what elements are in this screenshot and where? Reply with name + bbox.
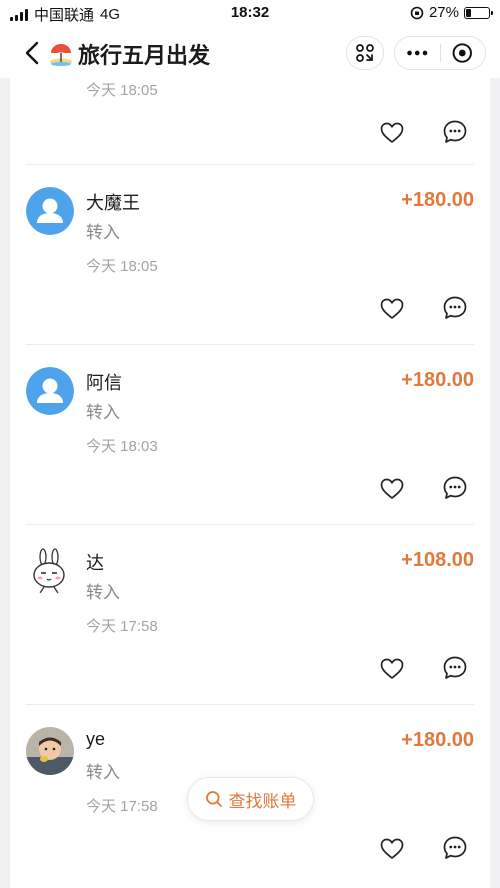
battery-icon — [464, 6, 493, 19]
like-icon[interactable] — [379, 656, 405, 682]
find-bill-label: 查找账单 — [228, 791, 297, 811]
entry-time: 今天 17:58 — [86, 798, 158, 815]
transaction-card[interactable]: 达 转入 +108.00 今天 17:58 — [10, 524, 490, 704]
title-text: 旅行五月出发 — [78, 43, 211, 68]
more-icon[interactable] — [395, 43, 440, 63]
like-icon[interactable] — [379, 296, 405, 322]
default-avatar-icon — [26, 187, 74, 235]
nav-bar: 旅行五月出发 — [0, 28, 500, 78]
entry-name: 阿信 — [86, 373, 122, 393]
page-title: 旅行五月出发 — [48, 38, 210, 70]
transaction-card[interactable]: 大魔王 转入 +180.00 今天 18:05 — [10, 164, 490, 344]
divider — [26, 524, 474, 525]
rabbit-avatar-icon — [26, 547, 74, 595]
entry-type: 转入 — [86, 763, 120, 782]
scan-button[interactable] — [346, 36, 384, 70]
entry-amount: +180.00 — [401, 369, 474, 391]
capsule-menu — [394, 36, 486, 70]
divider — [26, 344, 474, 345]
comment-icon[interactable] — [442, 655, 468, 681]
like-icon[interactable] — [379, 120, 405, 146]
entry-name: 大魔王 — [86, 193, 140, 213]
status-bar: 中国联通 4G 18:32 27% — [0, 0, 500, 28]
comment-icon[interactable] — [442, 835, 468, 861]
beach-umbrella-icon — [50, 44, 72, 66]
search-icon — [205, 791, 222, 807]
entry-amount: +180.00 — [401, 729, 474, 751]
entry-type: 转入 — [86, 223, 120, 242]
close-miniprogram-icon[interactable] — [440, 42, 485, 64]
like-icon[interactable] — [379, 836, 405, 862]
comment-icon[interactable] — [442, 475, 468, 501]
comment-icon[interactable] — [442, 119, 468, 145]
entry-time: 今天 17:58 — [86, 618, 158, 635]
divider — [26, 164, 474, 165]
entry-name: 达 — [86, 553, 104, 573]
comment-icon[interactable] — [442, 295, 468, 321]
status-right: 27% — [410, 4, 493, 21]
divider — [26, 704, 474, 705]
orientation-lock-icon — [410, 6, 424, 19]
scan-icon — [356, 44, 374, 62]
entry-time: 今天 18:03 — [86, 438, 158, 455]
entry-type: 转入 — [86, 403, 120, 422]
transaction-list: 今天 18:05 大魔王 转入 +180.00 今天 18:05 阿信 转入 +… — [10, 78, 490, 888]
entry-time: 今天 18:05 — [86, 82, 158, 99]
default-avatar-icon — [26, 367, 74, 415]
entry-name: ye — [86, 729, 106, 749]
entry-time: 今天 18:05 — [86, 258, 158, 275]
transaction-card: 今天 18:05 — [10, 78, 490, 168]
entry-amount: +180.00 — [401, 189, 474, 211]
battery-percent: 27% — [428, 4, 459, 21]
find-bill-button[interactable]: 查找账单 — [187, 777, 314, 821]
entry-amount: +108.00 — [401, 549, 474, 571]
entry-type: 转入 — [86, 583, 120, 602]
transaction-card[interactable]: 阿信 转入 +180.00 今天 18:03 — [10, 344, 490, 524]
like-icon[interactable] — [379, 476, 405, 502]
baby-photo-avatar — [26, 727, 74, 775]
back-icon[interactable] — [22, 40, 44, 66]
